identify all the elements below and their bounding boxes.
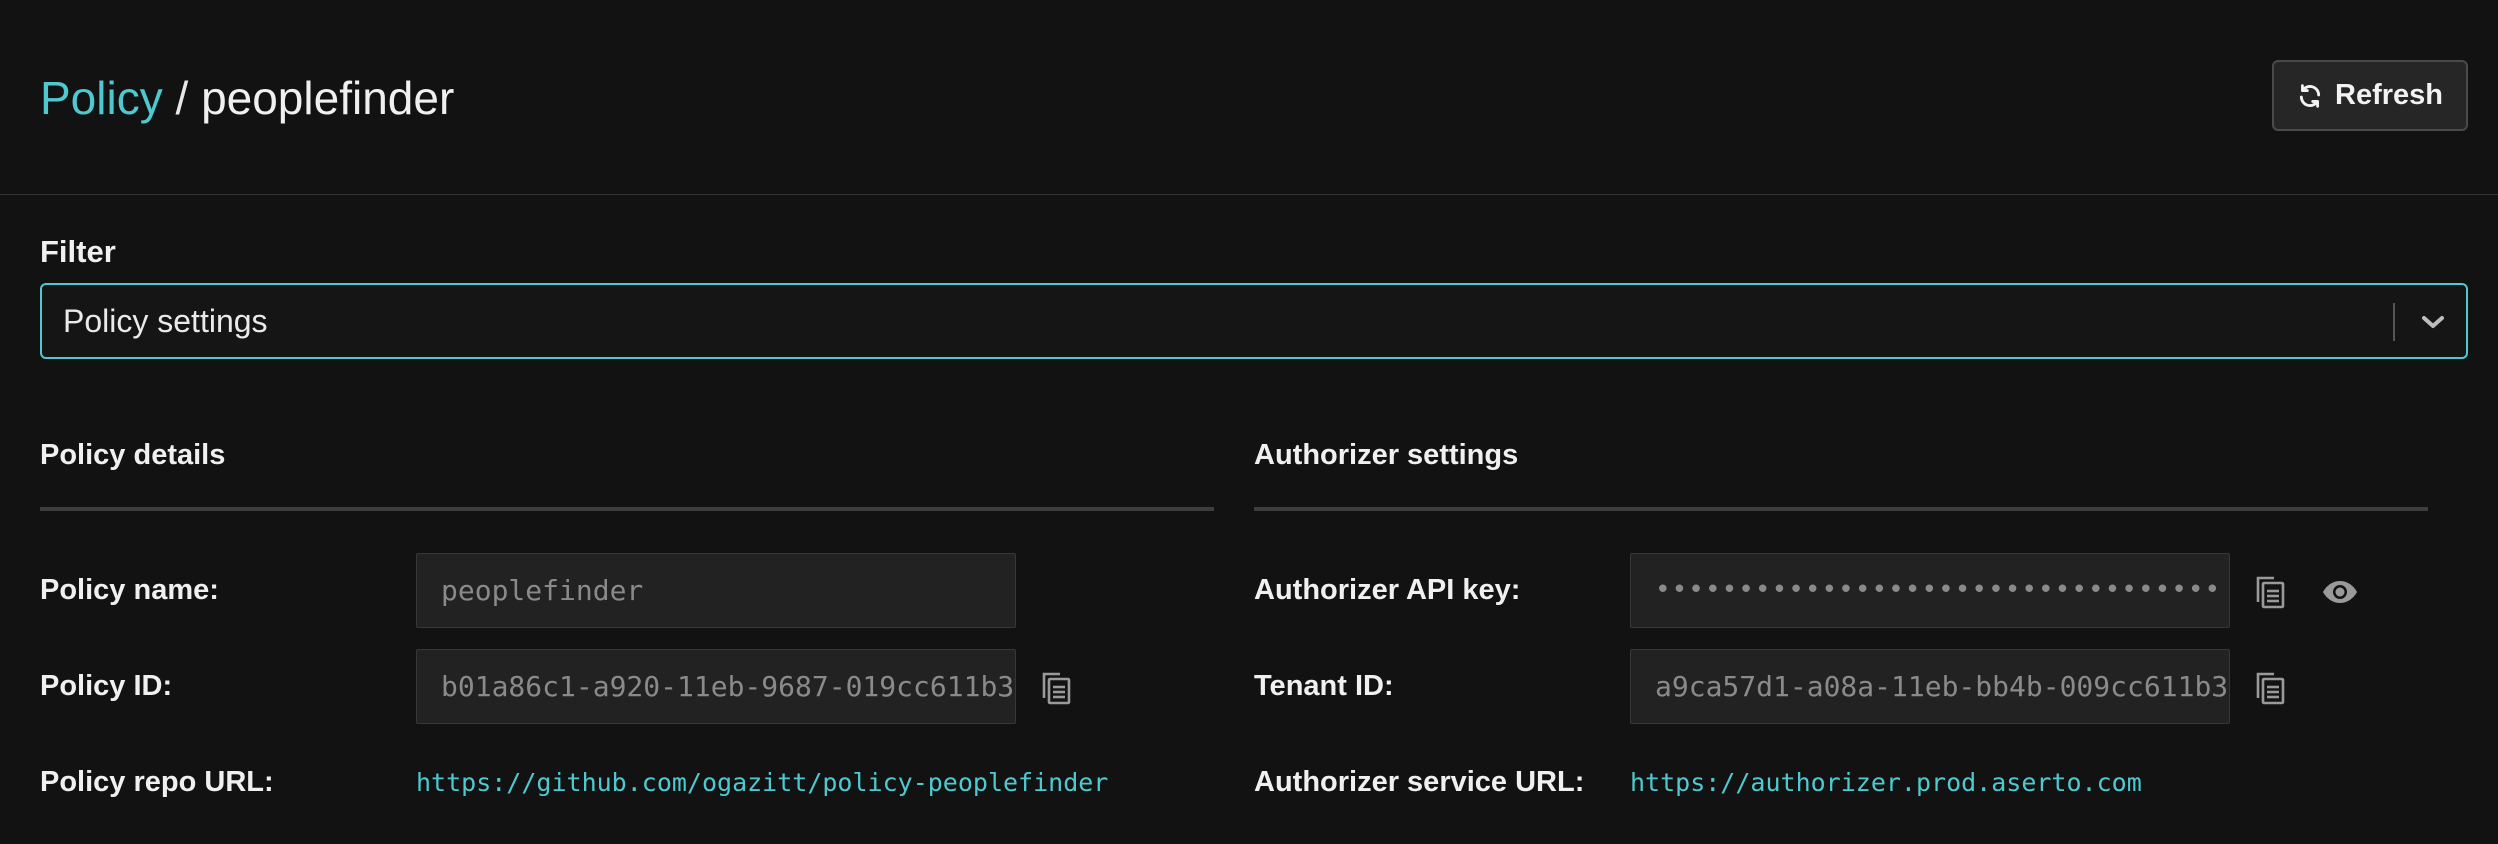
copy-api-key-icon[interactable] [2250, 572, 2290, 612]
authorizer-service-url-link[interactable]: https://authorizer.prod.aserto.com [1630, 768, 2142, 797]
filter-selected-value: Policy settings [63, 303, 268, 339]
policy-name-label: Policy name: [40, 574, 219, 606]
policy-details-divider [40, 507, 1214, 511]
authorizer-settings-divider [1254, 507, 2428, 511]
tenant-id-field[interactable]: a9ca57d1-a08a-11eb-bb4b-009cc611b3 [1630, 649, 2230, 724]
policy-name-field[interactable]: peoplefinder [416, 553, 1016, 628]
authorizer-api-key-label: Authorizer API key: [1254, 574, 1521, 606]
breadcrumb-separator: / [162, 72, 202, 124]
page-title: peoplefinder [201, 72, 455, 124]
breadcrumb: Policy / peoplefinder [40, 68, 454, 128]
policy-repo-url-link[interactable]: https://github.com/ogazitt/policy-people… [416, 768, 1108, 797]
page-header: Policy / peoplefinder Refresh [0, 0, 2498, 195]
authorizer-settings-title: Authorizer settings [1254, 439, 1519, 471]
policy-repo-url-label: Policy repo URL: [40, 766, 274, 798]
policy-details-title: Policy details [40, 439, 226, 471]
copy-policy-id-icon[interactable] [1036, 668, 1076, 708]
tenant-id-label: Tenant ID: [1254, 670, 1394, 702]
refresh-button-label: Refresh [2335, 79, 2443, 111]
policy-id-field[interactable]: b01a86c1-a920-11eb-9687-019cc611b3 [416, 649, 1016, 724]
authorizer-service-url-label: Authorizer service URL: [1254, 766, 1585, 798]
filter-select[interactable]: Policy settings [40, 283, 2468, 359]
chevron-down-icon[interactable] [2414, 307, 2452, 337]
breadcrumb-policy-link[interactable]: Policy [40, 72, 163, 124]
policy-id-label: Policy ID: [40, 670, 173, 702]
refresh-icon [2297, 83, 2323, 109]
filter-label: Filter [40, 234, 116, 269]
refresh-button[interactable]: Refresh [2272, 60, 2468, 131]
filter-divider [2393, 303, 2395, 341]
copy-tenant-id-icon[interactable] [2250, 668, 2290, 708]
authorizer-api-key-field[interactable]: •••••••••••••••••••••••••••••••••• [1630, 553, 2230, 628]
show-api-key-eye-icon[interactable] [2320, 572, 2360, 612]
